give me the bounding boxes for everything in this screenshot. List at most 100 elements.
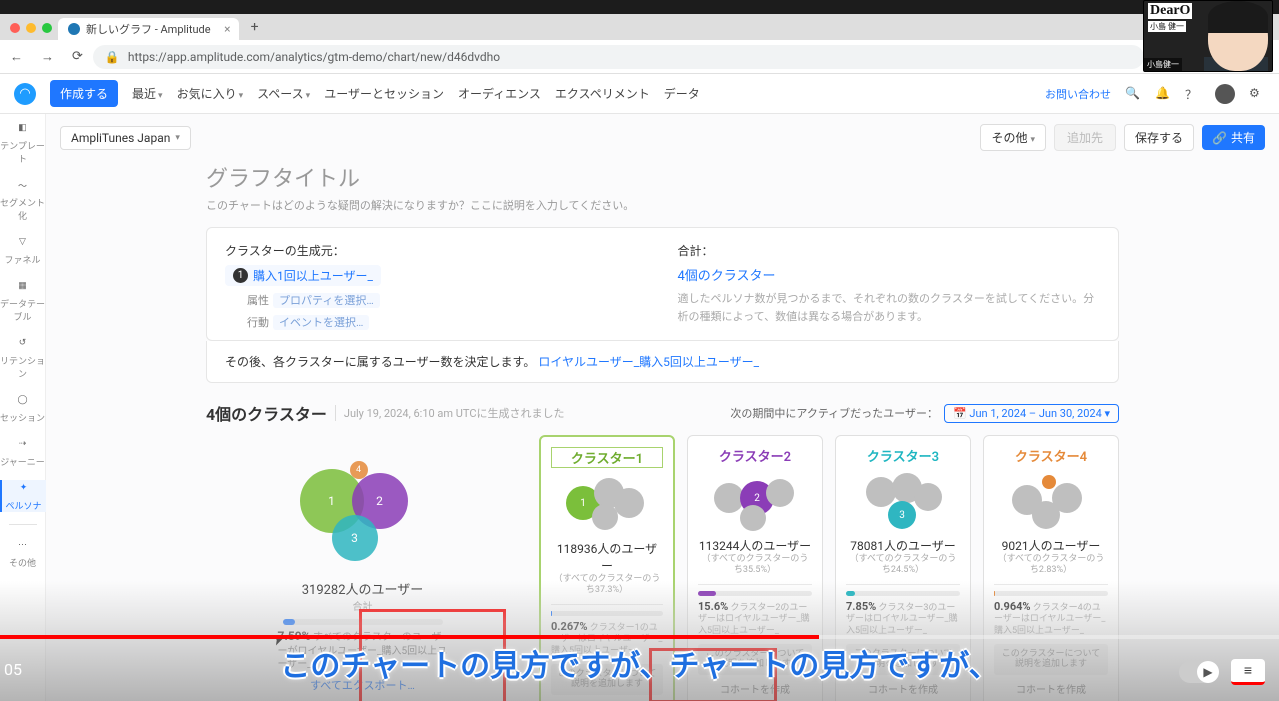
venn-bubble-3: 3 — [332, 515, 378, 561]
siderail-icon: ✦ — [16, 480, 32, 496]
contact-link[interactable]: お問い合わせ — [1045, 86, 1111, 102]
date-range-picker[interactable]: 📅 Jun 1, 2024 – Jun 30, 2024 ▾ — [944, 404, 1119, 423]
cluster-pct: 15.6% クラスター2のユーザーはロイヤルユーザー_購入5回以上ユーザー_ — [698, 600, 812, 638]
cluster-title: クラスター1 — [551, 447, 663, 468]
siderail-label: セッション — [0, 411, 45, 424]
chart-subtitle[interactable]: このチャートはどのような疑問の解決になりますか？ここに説明を入力してください。 — [206, 197, 1119, 213]
cluster-title: クラスター2 — [698, 446, 812, 465]
where-event: 行動イベントを選択… — [225, 314, 648, 330]
cluster-title: クラスター4 — [994, 446, 1108, 465]
project-selector[interactable]: AmpliTunes Japan▾ — [60, 126, 191, 150]
siderail-icon: ⇢ — [15, 436, 31, 452]
cluster-users: 9021人のユーザー（すべてのクラスターのうち2.83%） — [994, 537, 1108, 576]
nav-audiences[interactable]: オーディエンス — [458, 85, 541, 102]
siderail-item-3[interactable]: ▦ データテーブル — [0, 278, 46, 323]
nav-data[interactable]: データ — [664, 85, 700, 102]
zoom-window-icon[interactable] — [42, 23, 52, 33]
active-range-label: 次の期間中にアクティブだったユーザー： — [730, 405, 938, 421]
reload-button[interactable]: ⟳ — [72, 49, 83, 65]
step-badge: 1 — [233, 268, 248, 283]
browser-tab[interactable]: 新しいグラフ - Amplitude × — [58, 18, 239, 40]
siderail-label: ファネル — [4, 253, 40, 266]
captions-button[interactable]: ≡ — [1231, 659, 1265, 685]
config-card: クラスターの生成元： 1 購入1回以上ユーザー_ 属性プロパティを選択… 行動イ… — [206, 227, 1119, 341]
cluster-venn: 3 — [858, 471, 948, 531]
cluster-title: 4個のクラスター — [206, 401, 327, 425]
overview-bar — [283, 619, 443, 625]
siderail-item-0[interactable]: ◧テンプレート — [0, 120, 46, 165]
siderail-item-2[interactable]: ▽ ファネル — [0, 234, 46, 266]
video-progress[interactable] — [0, 635, 1279, 639]
source-event-chip[interactable]: 1 購入1回以上ユーザー_ — [225, 265, 381, 286]
left-siderail: ◧テンプレート〜セグメント化 ▽ ファネル ▦ データテーブル ↺リテンション ◯セッション… — [0, 114, 46, 701]
main-pane: AmpliTunes Japan▾ その他 ▾ 追加先 保存する 🔗共有 グラフ… — [46, 114, 1279, 701]
pip-brand: DearO — [1148, 3, 1192, 19]
siderail-item-1[interactable]: 〜セグメント化 — [0, 177, 46, 222]
siderail-label: ジャーニー — [0, 455, 45, 468]
save-button[interactable]: 保存する — [1124, 124, 1194, 151]
back-button[interactable]: ← — [10, 49, 23, 65]
url-text: https://app.amplitude.com/analytics/gtm-… — [128, 50, 500, 64]
cluster-header: 4個のクラスター July 19, 2024, 6:10 am UTCに生成され… — [206, 401, 1119, 425]
cluster-users: 113244人のユーザー（すべてのクラスターのうち35.5%） — [698, 537, 812, 576]
cluster-title: クラスター3 — [846, 446, 960, 465]
overview-venn: 1 2 3 4 — [288, 453, 438, 573]
siderail-icon: ⋯ — [15, 537, 31, 553]
siderail-item-6[interactable]: ⇢ ジャーニー — [0, 436, 46, 468]
autoplay-toggle[interactable]: ▶ — [1179, 661, 1219, 683]
add-to-button: 追加先 — [1054, 124, 1116, 151]
total-help: 適したペルソナ数が見つかるまで、それぞれの数のクラスターを試してください。分析の… — [678, 290, 1101, 325]
siderail-item-7[interactable]: ✦ ペルソナ — [0, 480, 46, 512]
cohort-strip: その後、各クラスターに属するユーザー数を決定します。 ロイヤルユーザー_購入5回… — [206, 341, 1119, 383]
notifications-icon[interactable]: 🔔 — [1155, 86, 1171, 102]
tab-title: 新しいグラフ - Amplitude — [86, 21, 211, 37]
siderail-icon: 〜 — [15, 177, 31, 193]
cluster-venn: 1 — [562, 474, 652, 534]
behavior-selector[interactable]: イベントを選択… — [273, 315, 369, 330]
avatar[interactable] — [1215, 84, 1235, 104]
pip-name: 小島健一 — [1144, 58, 1182, 71]
cluster-users: 78081人のユーザー（すべてのクラスターのうち24.5%） — [846, 537, 960, 576]
siderail-icon: ↺ — [15, 335, 31, 351]
siderail-label: ペルソナ — [5, 499, 41, 512]
nav-favorites[interactable]: お気に入り▾ — [177, 85, 244, 102]
amplitude-topnav: ◠ 作成する 最近▾ お気に入り▾ スペース▾ ユーザーとセッション オーディエ… — [0, 74, 1279, 114]
lock-icon: 🔒 — [105, 50, 120, 64]
close-tab-icon[interactable]: × — [224, 22, 230, 36]
siderail-item-4[interactable]: ↺リテンション — [0, 335, 46, 380]
settings-icon[interactable]: ⚙ — [1249, 86, 1265, 102]
forward-button[interactable]: → — [41, 49, 54, 65]
property-selector[interactable]: プロパティを選択… — [273, 293, 380, 308]
siderail-label: データテーブル — [0, 297, 46, 323]
amplitude-logo-icon[interactable]: ◠ — [14, 83, 36, 105]
create-button[interactable]: 作成する — [50, 80, 118, 107]
chart-title[interactable]: グラフタイトル — [206, 161, 1119, 193]
cluster-venn — [1006, 471, 1096, 531]
cluster-bar — [994, 591, 1108, 596]
window-controls[interactable] — [4, 16, 58, 40]
close-window-icon[interactable] — [10, 23, 20, 33]
macos-menubar — [0, 0, 1279, 14]
address-bar[interactable]: 🔒 https://app.amplitude.com/analytics/gt… — [93, 45, 1144, 69]
siderail-item-8[interactable]: ⋯その他 — [0, 537, 46, 569]
help-icon[interactable]: ？ — [1185, 86, 1201, 102]
search-icon[interactable]: 🔍 — [1125, 86, 1141, 102]
nav-controls: ← → ⟳ — [10, 49, 83, 65]
new-tab-button[interactable]: + — [243, 19, 267, 35]
nav-experiment[interactable]: エクスペリメント — [555, 85, 650, 102]
nav-spaces[interactable]: スペース▾ — [257, 85, 310, 102]
siderail-icon: ▽ — [15, 234, 31, 250]
siderail-item-5[interactable]: ◯セッション — [0, 392, 46, 424]
siderail-icon: ▦ — [15, 278, 31, 294]
source-label: クラスターの生成元： — [225, 242, 648, 259]
nav-users-sessions[interactable]: ユーザーとセッション — [324, 85, 444, 102]
other-menu[interactable]: その他 ▾ — [980, 124, 1046, 151]
minimize-window-icon[interactable] — [26, 23, 36, 33]
cluster-users: 118936人のユーザー（すべてのクラスターのうち37.3%） — [551, 540, 663, 596]
nav-recent[interactable]: 最近▾ — [132, 85, 163, 102]
target-cohort-link[interactable]: ロイヤルユーザー_購入5回以上ユーザー_ — [538, 355, 759, 369]
where-property: 属性プロパティを選択… — [225, 292, 648, 308]
speaker-pip: DearO 小島 健一 小島健一 — [1143, 0, 1273, 72]
cluster-count-link[interactable]: 4個のクラスター — [678, 265, 1101, 284]
share-button[interactable]: 🔗共有 — [1202, 125, 1265, 150]
